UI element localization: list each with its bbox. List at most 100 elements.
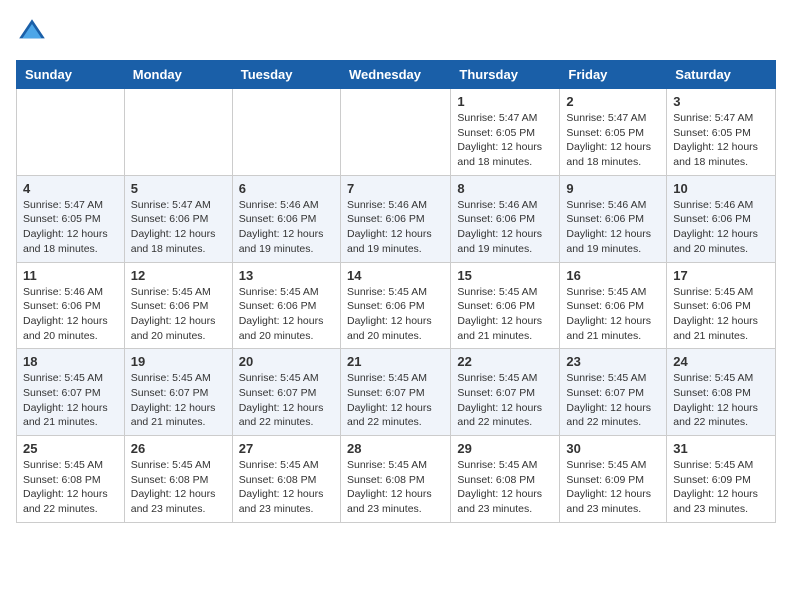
calendar-cell: 6 Sunrise: 5:46 AM Sunset: 6:06 PM Daylig… <box>232 175 340 262</box>
calendar-cell: 19Sunrise: 5:45 AM Sunset: 6:07 PM Dayli… <box>124 349 232 436</box>
day-info: Sunrise: 5:45 AM Sunset: 6:07 PM Dayligh… <box>239 371 334 430</box>
calendar-cell: 4Sunrise: 5:47 AM Sunset: 6:05 PM Daylig… <box>17 175 125 262</box>
day-info: Sunrise: 5:47 AM Sunset: 6:05 PM Dayligh… <box>457 111 553 170</box>
day-number: 20 <box>239 354 334 369</box>
day-number: 8 <box>457 181 553 196</box>
day-number: 23 <box>566 354 660 369</box>
calendar-cell: 26 Sunrise: 5:45 AM Sunset: 6:08 PM Dayli… <box>124 436 232 523</box>
day-number: 25 <box>23 441 118 456</box>
day-info: Sunrise: 5:46 AM Sunset: 6:06 PM Dayligh… <box>457 198 553 257</box>
day-info: Sunrise: 5:45 AM Sunset: 6:07 PM Dayligh… <box>23 371 118 430</box>
weekday-header: Saturday <box>667 61 776 89</box>
day-info: Sunrise: 5:45 AM Sunset: 6:06 PM Dayligh… <box>131 285 226 344</box>
day-info: Sunrise: 5:45 AM Sunset: 6:08 PM Dayligh… <box>673 371 769 430</box>
day-number: 18 <box>23 354 118 369</box>
weekday-header: Tuesday <box>232 61 340 89</box>
calendar-cell: 30 Sunrise: 5:45 AM Sunset: 6:09 PM Dayli… <box>560 436 667 523</box>
calendar-cell: 28 Sunrise: 5:45 AM Sunset: 6:08 PM Dayli… <box>340 436 450 523</box>
day-number: 13 <box>239 268 334 283</box>
day-number: 6 <box>239 181 334 196</box>
day-info: Sunrise: 5:46 AM Sunset: 6:06 PM Dayligh… <box>23 285 118 344</box>
logo-icon <box>16 16 48 48</box>
day-info: Sunrise: 5:47 AM Sunset: 6:05 PM Dayligh… <box>673 111 769 170</box>
day-info: Sunrise: 5:45 AM Sunset: 6:08 PM Dayligh… <box>23 458 118 517</box>
weekday-header: Sunday <box>17 61 125 89</box>
calendar-cell: 24 Sunrise: 5:45 AM Sunset: 6:08 PM Dayli… <box>667 349 776 436</box>
day-number: 9 <box>566 181 660 196</box>
weekday-header: Friday <box>560 61 667 89</box>
day-number: 14 <box>347 268 444 283</box>
day-number: 12 <box>131 268 226 283</box>
calendar-week-row: 1 Sunrise: 5:47 AM Sunset: 6:05 PM Daylig… <box>17 89 776 176</box>
calendar-cell: 8 Sunrise: 5:46 AM Sunset: 6:06 PM Daylig… <box>451 175 560 262</box>
day-info: Sunrise: 5:45 AM Sunset: 6:07 PM Dayligh… <box>457 371 553 430</box>
calendar-cell <box>124 89 232 176</box>
calendar-week-row: 4Sunrise: 5:47 AM Sunset: 6:05 PM Daylig… <box>17 175 776 262</box>
day-number: 29 <box>457 441 553 456</box>
day-number: 5 <box>131 181 226 196</box>
day-info: Sunrise: 5:46 AM Sunset: 6:06 PM Dayligh… <box>239 198 334 257</box>
calendar-cell: 12 Sunrise: 5:45 AM Sunset: 6:06 PM Dayli… <box>124 262 232 349</box>
calendar-cell: 23 Sunrise: 5:45 AM Sunset: 6:07 PM Dayli… <box>560 349 667 436</box>
day-info: Sunrise: 5:47 AM Sunset: 6:06 PM Dayligh… <box>131 198 226 257</box>
day-info: Sunrise: 5:45 AM Sunset: 6:08 PM Dayligh… <box>347 458 444 517</box>
day-number: 16 <box>566 268 660 283</box>
calendar-week-row: 25 Sunrise: 5:45 AM Sunset: 6:08 PM Dayli… <box>17 436 776 523</box>
day-number: 2 <box>566 94 660 109</box>
calendar-cell <box>232 89 340 176</box>
calendar-cell: 7Sunrise: 5:46 AM Sunset: 6:06 PM Daylig… <box>340 175 450 262</box>
page-header <box>16 16 776 48</box>
calendar-cell: 17 Sunrise: 5:45 AM Sunset: 6:06 PM Dayli… <box>667 262 776 349</box>
calendar-cell: 21Sunrise: 5:45 AM Sunset: 6:07 PM Dayli… <box>340 349 450 436</box>
day-number: 10 <box>673 181 769 196</box>
day-number: 15 <box>457 268 553 283</box>
calendar-cell: 22 Sunrise: 5:45 AM Sunset: 6:07 PM Dayli… <box>451 349 560 436</box>
day-number: 30 <box>566 441 660 456</box>
calendar-cell: 13 Sunrise: 5:45 AM Sunset: 6:06 PM Dayli… <box>232 262 340 349</box>
day-info: Sunrise: 5:45 AM Sunset: 6:06 PM Dayligh… <box>457 285 553 344</box>
calendar-cell: 9 Sunrise: 5:46 AM Sunset: 6:06 PM Daylig… <box>560 175 667 262</box>
day-number: 26 <box>131 441 226 456</box>
calendar-cell: 2Sunrise: 5:47 AM Sunset: 6:05 PM Daylig… <box>560 89 667 176</box>
day-info: Sunrise: 5:46 AM Sunset: 6:06 PM Dayligh… <box>566 198 660 257</box>
calendar-week-row: 18 Sunrise: 5:45 AM Sunset: 6:07 PM Dayli… <box>17 349 776 436</box>
calendar-cell <box>340 89 450 176</box>
calendar-cell: 11 Sunrise: 5:46 AM Sunset: 6:06 PM Dayli… <box>17 262 125 349</box>
calendar-cell: 27 Sunrise: 5:45 AM Sunset: 6:08 PM Dayli… <box>232 436 340 523</box>
day-info: Sunrise: 5:45 AM Sunset: 6:07 PM Dayligh… <box>566 371 660 430</box>
calendar-cell: 31Sunrise: 5:45 AM Sunset: 6:09 PM Dayli… <box>667 436 776 523</box>
weekday-header: Wednesday <box>340 61 450 89</box>
day-number: 31 <box>673 441 769 456</box>
day-info: Sunrise: 5:45 AM Sunset: 6:06 PM Dayligh… <box>673 285 769 344</box>
day-number: 3 <box>673 94 769 109</box>
calendar-cell: 16Sunrise: 5:45 AM Sunset: 6:06 PM Dayli… <box>560 262 667 349</box>
weekday-header-row: SundayMondayTuesdayWednesdayThursdayFrid… <box>17 61 776 89</box>
day-info: Sunrise: 5:45 AM Sunset: 6:08 PM Dayligh… <box>131 458 226 517</box>
day-info: Sunrise: 5:46 AM Sunset: 6:06 PM Dayligh… <box>673 198 769 257</box>
logo <box>16 16 52 48</box>
day-number: 17 <box>673 268 769 283</box>
calendar-cell: 10 Sunrise: 5:46 AM Sunset: 6:06 PM Dayli… <box>667 175 776 262</box>
day-info: Sunrise: 5:45 AM Sunset: 6:09 PM Dayligh… <box>566 458 660 517</box>
calendar-cell: 25 Sunrise: 5:45 AM Sunset: 6:08 PM Dayli… <box>17 436 125 523</box>
calendar-cell: 3 Sunrise: 5:47 AM Sunset: 6:05 PM Daylig… <box>667 89 776 176</box>
day-info: Sunrise: 5:45 AM Sunset: 6:06 PM Dayligh… <box>239 285 334 344</box>
calendar-table: SundayMondayTuesdayWednesdayThursdayFrid… <box>16 60 776 523</box>
weekday-header: Monday <box>124 61 232 89</box>
calendar-cell: 20 Sunrise: 5:45 AM Sunset: 6:07 PM Dayli… <box>232 349 340 436</box>
day-number: 28 <box>347 441 444 456</box>
calendar-cell: 1 Sunrise: 5:47 AM Sunset: 6:05 PM Daylig… <box>451 89 560 176</box>
day-number: 27 <box>239 441 334 456</box>
day-number: 11 <box>23 268 118 283</box>
day-number: 1 <box>457 94 553 109</box>
day-number: 4 <box>23 181 118 196</box>
calendar-cell: 5 Sunrise: 5:47 AM Sunset: 6:06 PM Daylig… <box>124 175 232 262</box>
day-number: 19 <box>131 354 226 369</box>
day-number: 24 <box>673 354 769 369</box>
day-number: 22 <box>457 354 553 369</box>
weekday-header: Thursday <box>451 61 560 89</box>
calendar-week-row: 11 Sunrise: 5:46 AM Sunset: 6:06 PM Dayli… <box>17 262 776 349</box>
day-info: Sunrise: 5:45 AM Sunset: 6:08 PM Dayligh… <box>239 458 334 517</box>
day-info: Sunrise: 5:46 AM Sunset: 6:06 PM Dayligh… <box>347 198 444 257</box>
day-number: 21 <box>347 354 444 369</box>
